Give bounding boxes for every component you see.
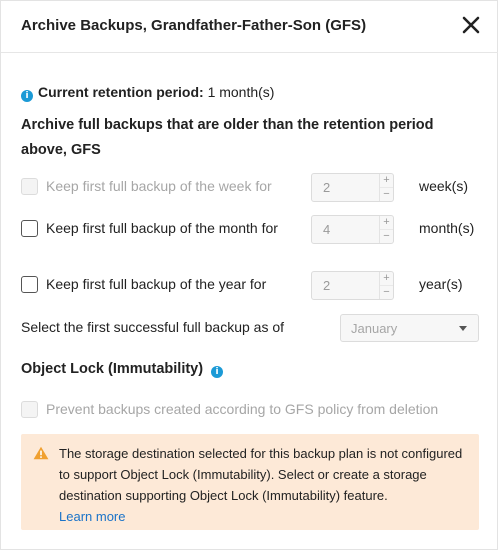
dialog-title: Archive Backups, Grandfather-Father-Son … xyxy=(21,17,367,34)
retention-value: 1 month(s) xyxy=(207,84,275,100)
object-lock-checkbox[interactable] xyxy=(21,401,38,418)
year-checkbox[interactable] xyxy=(21,276,38,293)
object-lock-title: Object Lock (Immutability) xyxy=(21,361,204,377)
week-unit: week(s) xyxy=(419,178,469,194)
year-increment-button[interactable]: + xyxy=(380,272,393,285)
section-heading: Archive full backups that are older than… xyxy=(21,117,434,158)
object-lock-heading: Object Lock (Immutability) i xyxy=(21,361,224,378)
learn-more-link[interactable]: Learn more xyxy=(59,506,469,527)
warning-icon xyxy=(33,446,49,463)
object-lock-label: Prevent backups created according to GFS… xyxy=(46,401,439,417)
info-icon: i xyxy=(21,90,33,102)
object-lock-row: Prevent backups created according to GFS… xyxy=(21,399,481,423)
year-label: Keep first full backup of the year for xyxy=(46,276,267,292)
year-unit: year(s) xyxy=(419,276,463,292)
week-decrement-button[interactable]: − xyxy=(380,187,393,200)
close-icon[interactable] xyxy=(461,15,481,35)
warning-banner: The storage destination selected for thi… xyxy=(21,434,479,530)
year-stepper[interactable]: 2 + − xyxy=(311,271,394,300)
first-backup-label: Select the first successful full backup … xyxy=(21,319,285,335)
retention-label: Current retention period: xyxy=(38,84,204,100)
month-stepper-buttons: + − xyxy=(379,216,393,243)
month-label: Keep first full backup of the month for xyxy=(46,220,278,236)
warning-message: The storage destination selected for thi… xyxy=(59,446,463,503)
month-decrement-button[interactable]: − xyxy=(380,229,393,242)
week-checkbox[interactable] xyxy=(21,178,38,195)
first-backup-select[interactable]: January xyxy=(340,314,479,342)
year-decrement-button[interactable]: − xyxy=(380,285,393,298)
month-stepper-value: 4 xyxy=(323,222,331,237)
retention-info: i Current retention period: 1 month(s) xyxy=(21,84,275,102)
year-stepper-buttons: + − xyxy=(379,272,393,299)
option-week-row: Keep first full backup of the week for 2… xyxy=(21,173,481,203)
month-checkbox[interactable] xyxy=(21,220,38,237)
month-increment-button[interactable]: + xyxy=(380,216,393,229)
month-stepper[interactable]: 4 + − xyxy=(311,215,394,244)
option-year-row: Keep first full backup of the year for 2… xyxy=(21,271,481,301)
year-stepper-value: 2 xyxy=(323,278,331,293)
dialog-header: Archive Backups, Grandfather-Father-Son … xyxy=(1,1,498,53)
week-stepper-value: 2 xyxy=(323,180,331,195)
week-increment-button[interactable]: + xyxy=(380,174,393,187)
option-month-row: Keep first full backup of the month for … xyxy=(21,215,481,261)
warning-text-block: The storage destination selected for thi… xyxy=(59,443,469,527)
week-stepper-buttons: + − xyxy=(379,174,393,201)
week-stepper[interactable]: 2 + − xyxy=(311,173,394,202)
gfs-dialog: Archive Backups, Grandfather-Father-Son … xyxy=(0,0,498,550)
info-icon[interactable]: i xyxy=(211,366,224,378)
week-label: Keep first full backup of the week for xyxy=(46,178,272,194)
caret-down-icon xyxy=(459,326,467,331)
first-backup-value: January xyxy=(351,321,398,336)
month-unit: month(s) xyxy=(419,220,475,236)
